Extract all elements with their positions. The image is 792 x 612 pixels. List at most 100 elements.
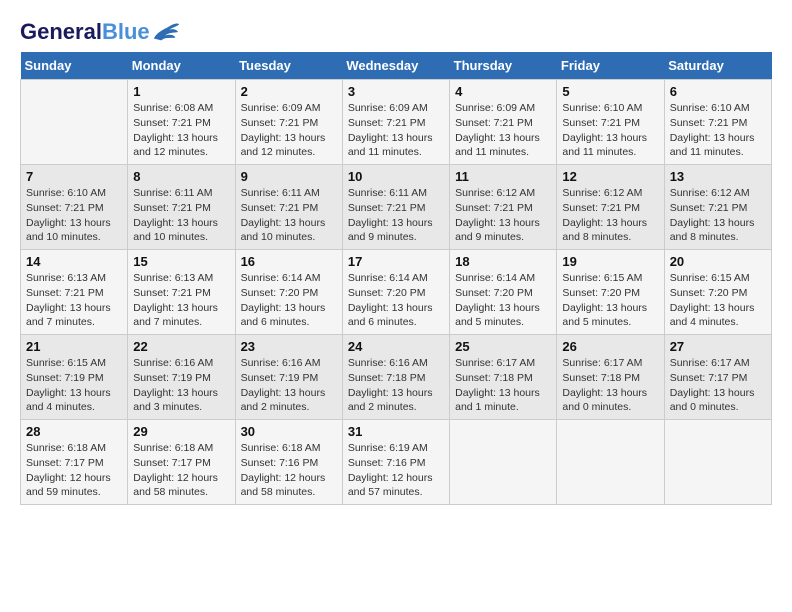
- day-info: Sunrise: 6:16 AM Sunset: 7:19 PM Dayligh…: [133, 356, 229, 415]
- calendar-cell: 1Sunrise: 6:08 AM Sunset: 7:21 PM Daylig…: [128, 80, 235, 165]
- calendar-cell: 26 Sunrise: 6:17 AM Sunset: 7:18 PM Dayli…: [557, 335, 664, 420]
- day-info: Sunrise: 6:11 AM Sunset: 7:21 PM Dayligh…: [133, 186, 229, 245]
- day-number: 1: [133, 84, 229, 99]
- day-number: 28: [26, 424, 122, 439]
- calendar-cell: 24Sunrise: 6:16 AM Sunset: 7:18 PM Dayli…: [342, 335, 449, 420]
- header-day-tuesday: Tuesday: [235, 52, 342, 80]
- calendar-week-row: 28 Sunrise: 6:18 AM Sunset: 7:17 PM Dayli…: [21, 420, 772, 505]
- calendar-cell: 30 Sunrise: 6:18 AM Sunset: 7:16 PM Dayli…: [235, 420, 342, 505]
- day-number: 3: [348, 84, 444, 99]
- calendar-cell: 21 Sunrise: 6:15 AM Sunset: 7:19 PM Dayli…: [21, 335, 128, 420]
- day-number: 25: [455, 339, 551, 354]
- calendar-week-row: 1Sunrise: 6:08 AM Sunset: 7:21 PM Daylig…: [21, 80, 772, 165]
- day-number: 14: [26, 254, 122, 269]
- day-info: Sunrise: 6:15 AM Sunset: 7:20 PM Dayligh…: [562, 271, 658, 330]
- day-number: 8: [133, 169, 229, 184]
- header-day-sunday: Sunday: [21, 52, 128, 80]
- day-info: Sunrise: 6:09 AM Sunset: 7:21 PM Dayligh…: [241, 101, 337, 160]
- day-number: 7: [26, 169, 122, 184]
- day-info: Sunrise: 6:09 AM Sunset: 7:21 PM Dayligh…: [348, 101, 444, 160]
- header-day-thursday: Thursday: [450, 52, 557, 80]
- day-number: 5: [562, 84, 658, 99]
- calendar-cell: 22 Sunrise: 6:16 AM Sunset: 7:19 PM Dayli…: [128, 335, 235, 420]
- calendar-cell: 18Sunrise: 6:14 AM Sunset: 7:20 PM Dayli…: [450, 250, 557, 335]
- calendar-cell: 10 Sunrise: 6:11 AM Sunset: 7:21 PM Dayli…: [342, 165, 449, 250]
- calendar-cell: 15 Sunrise: 6:13 AM Sunset: 7:21 PM Dayli…: [128, 250, 235, 335]
- calendar-cell: 12 Sunrise: 6:12 AM Sunset: 7:21 PM Dayli…: [557, 165, 664, 250]
- calendar-cell: [21, 80, 128, 165]
- calendar-cell: 31Sunrise: 6:19 AM Sunset: 7:16 PM Dayli…: [342, 420, 449, 505]
- day-info: Sunrise: 6:18 AM Sunset: 7:17 PM Dayligh…: [26, 441, 122, 500]
- calendar-cell: 11 Sunrise: 6:12 AM Sunset: 7:21 PM Dayli…: [450, 165, 557, 250]
- logo-text: GeneralBlue: [20, 20, 150, 44]
- day-number: 13: [670, 169, 766, 184]
- calendar-header-row: SundayMondayTuesdayWednesdayThursdayFrid…: [21, 52, 772, 80]
- day-info: Sunrise: 6:17 AM Sunset: 7:18 PM Dayligh…: [455, 356, 551, 415]
- day-number: 9: [241, 169, 337, 184]
- day-number: 17: [348, 254, 444, 269]
- day-number: 4: [455, 84, 551, 99]
- calendar-cell: 19 Sunrise: 6:15 AM Sunset: 7:20 PM Dayli…: [557, 250, 664, 335]
- day-info: Sunrise: 6:16 AM Sunset: 7:19 PM Dayligh…: [241, 356, 337, 415]
- calendar-cell: 28 Sunrise: 6:18 AM Sunset: 7:17 PM Dayli…: [21, 420, 128, 505]
- day-number: 19: [562, 254, 658, 269]
- day-number: 29: [133, 424, 229, 439]
- logo-bird-icon: [152, 21, 180, 43]
- logo: GeneralBlue: [20, 20, 180, 44]
- calendar-cell: 27 Sunrise: 6:17 AM Sunset: 7:17 PM Dayli…: [664, 335, 771, 420]
- calendar-cell: 20Sunrise: 6:15 AM Sunset: 7:20 PM Dayli…: [664, 250, 771, 335]
- day-info: Sunrise: 6:14 AM Sunset: 7:20 PM Dayligh…: [455, 271, 551, 330]
- calendar-cell: [450, 420, 557, 505]
- header-day-saturday: Saturday: [664, 52, 771, 80]
- header-day-friday: Friday: [557, 52, 664, 80]
- day-number: 27: [670, 339, 766, 354]
- day-info: Sunrise: 6:15 AM Sunset: 7:20 PM Dayligh…: [670, 271, 766, 330]
- day-number: 22: [133, 339, 229, 354]
- calendar-cell: [664, 420, 771, 505]
- calendar-week-row: 14 Sunrise: 6:13 AM Sunset: 7:21 PM Dayli…: [21, 250, 772, 335]
- calendar-table: SundayMondayTuesdayWednesdayThursdayFrid…: [20, 52, 772, 505]
- day-number: 26: [562, 339, 658, 354]
- day-info: Sunrise: 6:13 AM Sunset: 7:21 PM Dayligh…: [26, 271, 122, 330]
- day-info: Sunrise: 6:10 AM Sunset: 7:21 PM Dayligh…: [670, 101, 766, 160]
- day-info: Sunrise: 6:13 AM Sunset: 7:21 PM Dayligh…: [133, 271, 229, 330]
- day-number: 11: [455, 169, 551, 184]
- day-info: Sunrise: 6:17 AM Sunset: 7:17 PM Dayligh…: [670, 356, 766, 415]
- calendar-week-row: 7 Sunrise: 6:10 AM Sunset: 7:21 PM Daylig…: [21, 165, 772, 250]
- header-day-monday: Monday: [128, 52, 235, 80]
- day-info: Sunrise: 6:12 AM Sunset: 7:21 PM Dayligh…: [670, 186, 766, 245]
- day-number: 2: [241, 84, 337, 99]
- day-number: 6: [670, 84, 766, 99]
- calendar-cell: 5Sunrise: 6:10 AM Sunset: 7:21 PM Daylig…: [557, 80, 664, 165]
- day-number: 10: [348, 169, 444, 184]
- header-day-wednesday: Wednesday: [342, 52, 449, 80]
- calendar-cell: [557, 420, 664, 505]
- day-number: 16: [241, 254, 337, 269]
- day-number: 23: [241, 339, 337, 354]
- day-info: Sunrise: 6:11 AM Sunset: 7:21 PM Dayligh…: [241, 186, 337, 245]
- day-number: 31: [348, 424, 444, 439]
- day-number: 30: [241, 424, 337, 439]
- day-number: 15: [133, 254, 229, 269]
- day-info: Sunrise: 6:10 AM Sunset: 7:21 PM Dayligh…: [26, 186, 122, 245]
- day-info: Sunrise: 6:11 AM Sunset: 7:21 PM Dayligh…: [348, 186, 444, 245]
- day-number: 21: [26, 339, 122, 354]
- day-info: Sunrise: 6:16 AM Sunset: 7:18 PM Dayligh…: [348, 356, 444, 415]
- day-info: Sunrise: 6:09 AM Sunset: 7:21 PM Dayligh…: [455, 101, 551, 160]
- calendar-cell: 23 Sunrise: 6:16 AM Sunset: 7:19 PM Dayli…: [235, 335, 342, 420]
- calendar-cell: 2 Sunrise: 6:09 AM Sunset: 7:21 PM Daylig…: [235, 80, 342, 165]
- calendar-cell: 16 Sunrise: 6:14 AM Sunset: 7:20 PM Dayli…: [235, 250, 342, 335]
- day-info: Sunrise: 6:17 AM Sunset: 7:18 PM Dayligh…: [562, 356, 658, 415]
- day-info: Sunrise: 6:12 AM Sunset: 7:21 PM Dayligh…: [455, 186, 551, 245]
- day-info: Sunrise: 6:18 AM Sunset: 7:17 PM Dayligh…: [133, 441, 229, 500]
- calendar-cell: 13 Sunrise: 6:12 AM Sunset: 7:21 PM Dayli…: [664, 165, 771, 250]
- calendar-cell: 9 Sunrise: 6:11 AM Sunset: 7:21 PM Daylig…: [235, 165, 342, 250]
- day-info: Sunrise: 6:15 AM Sunset: 7:19 PM Dayligh…: [26, 356, 122, 415]
- calendar-cell: 25 Sunrise: 6:17 AM Sunset: 7:18 PM Dayli…: [450, 335, 557, 420]
- day-info: Sunrise: 6:18 AM Sunset: 7:16 PM Dayligh…: [241, 441, 337, 500]
- day-info: Sunrise: 6:14 AM Sunset: 7:20 PM Dayligh…: [241, 271, 337, 330]
- day-info: Sunrise: 6:12 AM Sunset: 7:21 PM Dayligh…: [562, 186, 658, 245]
- calendar-cell: 14 Sunrise: 6:13 AM Sunset: 7:21 PM Dayli…: [21, 250, 128, 335]
- day-number: 12: [562, 169, 658, 184]
- calendar-week-row: 21 Sunrise: 6:15 AM Sunset: 7:19 PM Dayli…: [21, 335, 772, 420]
